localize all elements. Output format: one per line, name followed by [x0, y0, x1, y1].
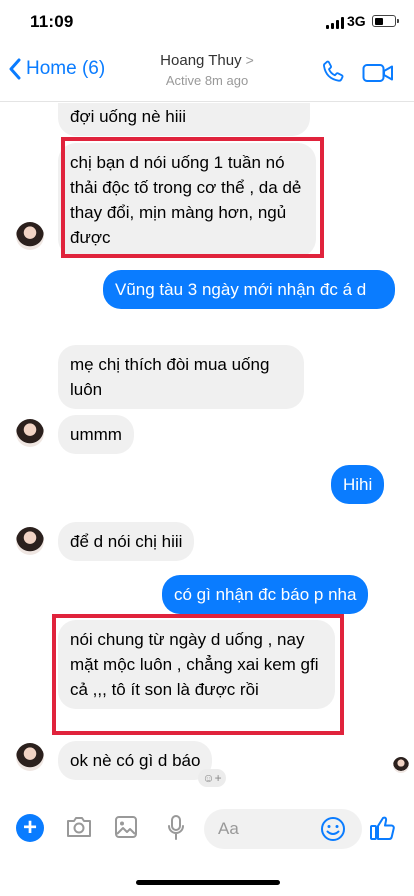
like-button[interactable] [369, 814, 397, 847]
phone-icon [323, 60, 344, 82]
message-bubble-outgoing[interactable]: Hihi [331, 465, 385, 504]
thumbs-up-icon [370, 816, 395, 840]
smile-icon [321, 817, 345, 841]
camera-button[interactable] [65, 814, 93, 845]
message-bubble-outgoing[interactable]: Vũng tàu 3 ngày mới nhận đc á d [103, 270, 395, 309]
message-bubble-incoming[interactable]: mẹ chị thích đòi mua uống luôn [58, 345, 304, 409]
photo-icon [115, 816, 137, 838]
status-bar: 11:09 3G [0, 0, 414, 44]
message-bubble-incoming[interactable]: p gửi chưa p hiii,,, họ đang đợi uống nè… [58, 103, 310, 136]
message-bubble-incoming[interactable]: ummm [58, 415, 134, 454]
chevron-right-icon: > [245, 52, 254, 68]
plus-icon[interactable]: + [16, 814, 44, 842]
contact-avatar[interactable] [16, 743, 44, 771]
contact-avatar[interactable] [16, 222, 44, 250]
conversation-header: Home (6) Hoang Thuy > Active 8m ago [0, 44, 414, 102]
microphone-button[interactable] [166, 814, 186, 847]
battery-icon [372, 15, 399, 27]
contact-avatar[interactable] [16, 527, 44, 555]
highlight-box [61, 137, 324, 258]
video-call-button[interactable] [362, 63, 394, 88]
message-composer: + [0, 806, 414, 854]
camera-icon [67, 817, 91, 837]
call-button[interactable] [320, 59, 346, 90]
message-bubble-outgoing[interactable]: có gì nhận đc báo p nha [162, 575, 369, 614]
network-type: 3G [347, 13, 366, 29]
message-list[interactable]: p gửi chưa p hiii,,, họ đang đợi uống nè… [0, 103, 414, 803]
signal-icon [326, 17, 344, 29]
highlight-box [52, 614, 344, 735]
contact-avatar[interactable] [16, 419, 44, 447]
contact-status: Active 8m ago [165, 73, 249, 88]
microphone-icon [168, 815, 184, 840]
seen-avatar [393, 757, 409, 773]
status-time: 11:09 [30, 12, 74, 31]
message-bubble-incoming[interactable]: ok nè có gì d báo [58, 741, 213, 780]
contact-info[interactable]: Hoang Thuy > Active 8m ago [0, 52, 414, 88]
video-camera-icon [362, 64, 393, 82]
emoji-button[interactable] [320, 816, 346, 847]
photo-button[interactable] [114, 814, 138, 845]
home-indicator[interactable] [136, 880, 280, 885]
contact-name: Hoang Thuy [160, 52, 242, 69]
add-reaction-button[interactable]: ☺+ [198, 769, 226, 787]
message-bubble-incoming[interactable]: để d nói chị hiii [58, 522, 195, 561]
